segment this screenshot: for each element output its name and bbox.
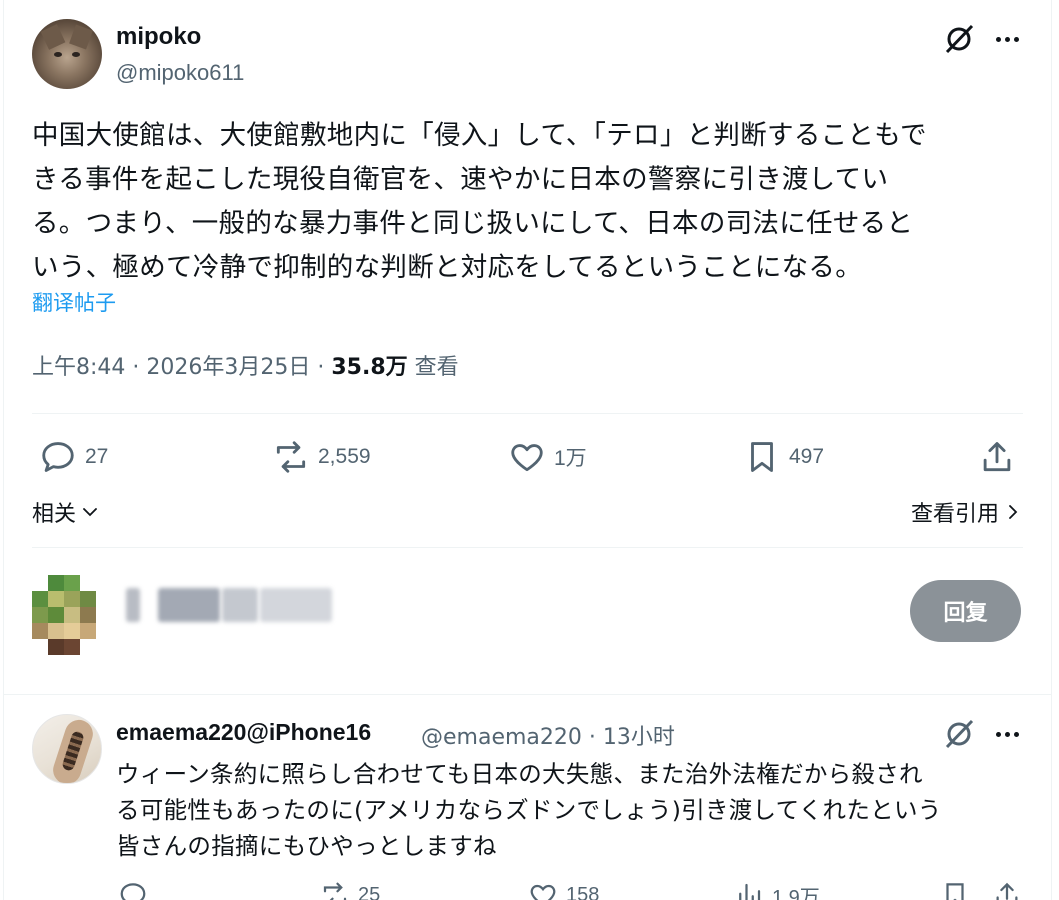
- reply-share-action[interactable]: [992, 880, 1022, 900]
- author-name[interactable]: mipoko: [116, 23, 201, 51]
- related-label: 相关: [32, 502, 77, 527]
- share-icon: [983, 442, 1011, 472]
- divider: [32, 413, 1023, 414]
- post-text: 中国大使館は、大使館敷地内に「侵入」して、「テロ」と判断することもで きる事件を…: [32, 114, 1022, 290]
- translate-post-link[interactable]: 翻译帖子: [32, 287, 116, 317]
- repost-icon: [276, 441, 306, 473]
- repost-icon: [323, 882, 347, 900]
- like-action[interactable]: 1万: [508, 438, 587, 476]
- reply-count: 27: [85, 445, 109, 468]
- reply-repost-count: 25: [358, 883, 381, 900]
- related-dropdown[interactable]: 相关: [32, 496, 100, 528]
- post-text-line: きる事件を起こした現役自衛官を、速やかに日本の警察に引き渡してい: [32, 164, 889, 195]
- reply-author-handle[interactable]: @emaema220: [421, 725, 582, 750]
- reply-views-action[interactable]: 1.9万: [734, 880, 820, 900]
- divider: [32, 547, 1023, 548]
- page-left-border: [0, 0, 4, 900]
- repost-action[interactable]: 2,559: [272, 438, 371, 476]
- bookmark-icon: [946, 883, 964, 900]
- share-action[interactable]: [978, 438, 1016, 476]
- post-meta: 上午8:44 · 2026年3月25日 · 35.8万 查看: [32, 349, 459, 381]
- post-date[interactable]: 2026年3月25日: [146, 355, 310, 380]
- grok-icon[interactable]: [942, 22, 976, 56]
- blurred-text: [126, 588, 140, 622]
- post-text-line: いう、極めて冷静で抑制的な判断と対応をしてるということになる。: [32, 252, 863, 283]
- reply-action[interactable]: 27: [39, 438, 108, 476]
- reply-author-meta: @emaema220 · 13小时: [421, 719, 675, 751]
- like-count: 1万: [554, 447, 587, 470]
- bookmark-icon: [751, 442, 773, 472]
- repost-count: 2,559: [318, 445, 371, 468]
- reply-bookmark-action[interactable]: [940, 880, 970, 900]
- bookmark-count: 497: [789, 445, 825, 468]
- view-quotes-link[interactable]: 查看引用: [911, 496, 1021, 528]
- view-quotes-label: 查看引用: [910, 502, 999, 527]
- more-icon[interactable]: [990, 22, 1024, 56]
- reply-author-name[interactable]: emaema220@iPhone16: [116, 719, 371, 746]
- reply-like-action[interactable]: 158: [528, 880, 599, 900]
- views-count: 35.8万: [331, 355, 408, 380]
- heart-icon: [511, 444, 543, 472]
- section-divider: [4, 694, 1051, 695]
- reply-time[interactable]: 13小时: [603, 725, 675, 750]
- reply-reply-action[interactable]: [118, 880, 148, 900]
- post-text-line: 中国大使館は、大使館敷地内に「侵入」して、「テロ」と判断することもで: [32, 120, 927, 151]
- page-right-border: [1051, 0, 1059, 900]
- reply-text: ウィーン条約に照らし合わせても日本の大失態、また治外法権だから殺され る可能性も…: [116, 756, 1026, 864]
- post-time[interactable]: 上午8:44: [32, 355, 125, 380]
- meta-separator: ·: [125, 355, 147, 380]
- grok-icon[interactable]: [942, 717, 976, 751]
- bookmark-action[interactable]: 497: [743, 438, 824, 476]
- more-icon[interactable]: [990, 717, 1024, 751]
- chevron-down-icon: [83, 508, 97, 517]
- reply-icon: [42, 442, 74, 472]
- chevron-right-icon: [1009, 505, 1018, 519]
- blurred-text: [260, 588, 332, 622]
- reply-text-line: 皆さんの指摘にもひやっとしますね: [116, 832, 497, 860]
- current-user-avatar[interactable]: [32, 575, 96, 655]
- reply-like-count: 158: [566, 883, 600, 900]
- analytics-icon: [739, 883, 761, 900]
- blurred-text: [222, 588, 258, 622]
- reply-repost-action[interactable]: 25: [320, 880, 380, 900]
- reply-button[interactable]: 回复: [910, 580, 1021, 642]
- reply-text-line: る可能性もあったのに(アメリカならズドンでしょう)引き渡してくれたという: [116, 796, 942, 824]
- reply-text-line: ウィーン条約に照らし合わせても日本の大失態、また治外法権だから殺され: [116, 760, 923, 788]
- meta-separator: ·: [581, 725, 603, 750]
- heart-icon: [530, 884, 556, 900]
- share-icon: [996, 882, 1018, 900]
- reply-icon: [120, 883, 146, 900]
- meta-separator: ·: [310, 355, 332, 380]
- reply-views-count: 1.9万: [772, 886, 820, 900]
- author-handle[interactable]: @mipoko611: [116, 60, 244, 86]
- reply-author-avatar[interactable]: [32, 714, 102, 784]
- views-label: 查看: [407, 355, 459, 380]
- post-text-line: る。つまり、一般的な暴力事件と同じ扱いにして、日本の司法に任せると: [32, 208, 914, 239]
- author-avatar[interactable]: [32, 19, 102, 89]
- blurred-text: [158, 588, 220, 622]
